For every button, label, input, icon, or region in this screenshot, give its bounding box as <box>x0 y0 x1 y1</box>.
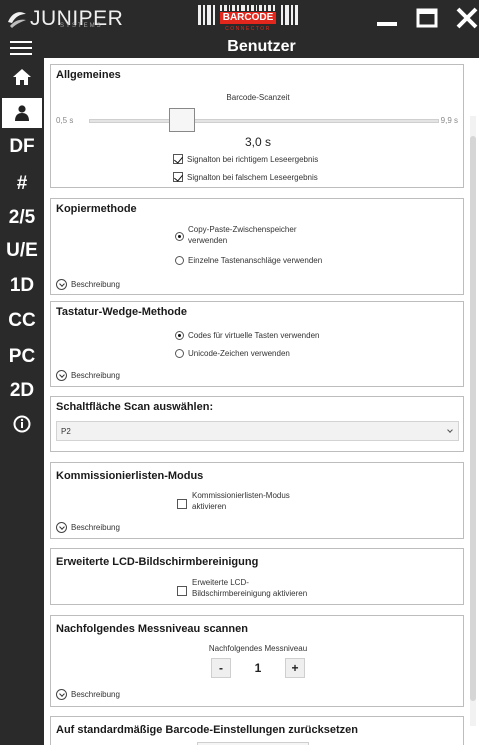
sidebar-item-pc[interactable]: PC <box>0 342 44 372</box>
lcd-cleanup-card: Erweiterte LCD-Bildschirmbereinigung Erw… <box>50 548 464 605</box>
title-bar: JUNIPER SYSTEMS BARCODE CONNECTOR <box>0 0 479 36</box>
general-card: Allgemeines Barcode-Scanzeit 0,5 s 9,9 s… <box>50 64 464 188</box>
scrollbar-thumb[interactable] <box>470 136 476 701</box>
copy-method-card: Kopiermethode Copy-Paste-Zwischenspeiche… <box>50 198 464 295</box>
sidebar-item-info[interactable] <box>0 409 44 439</box>
general-title: Allgemeines <box>56 69 121 81</box>
level-decrement-button[interactable]: - <box>211 658 231 678</box>
description-label: Beschreibung <box>71 280 120 289</box>
maximize-icon[interactable] <box>414 6 440 30</box>
scan-button-card: Schaltfläche Scan auswählen: P2 <box>50 396 464 452</box>
scan-button-title: Schaltfläche Scan auswählen: <box>56 401 214 413</box>
lcd-cleanup-label: Erweiterte LCD- <box>192 578 249 587</box>
level-increment-button[interactable]: + <box>285 658 305 678</box>
description-label: Beschreibung <box>71 371 120 380</box>
picklist-card: Kommissionierlisten-Modus Kommissionierl… <box>50 462 464 539</box>
info-icon <box>13 415 31 433</box>
chevron-down-icon <box>56 370 67 381</box>
hamburger-menu-icon[interactable] <box>10 41 32 55</box>
picklist-label-2: aktivieren <box>192 502 227 511</box>
barcode-bars-right-icon <box>281 5 298 25</box>
barcode-bars-top-icon <box>220 5 276 11</box>
description-label: Beschreibung <box>71 523 120 532</box>
barcode-connector-logo: BARCODE CONNECTOR <box>198 5 298 33</box>
chevron-down-icon <box>56 279 67 290</box>
lcd-cleanup-checkbox[interactable] <box>177 586 187 596</box>
user-icon <box>15 105 29 121</box>
copy-paste-label: Copy-Paste-Zwischenspeicher <box>188 225 297 234</box>
sidebar-item-hash[interactable]: # <box>0 169 44 199</box>
sidebar-item-upc-ean[interactable]: U/E <box>0 236 44 266</box>
unicode-radio[interactable] <box>175 349 184 358</box>
copy-paste-label-2: verwenden <box>188 236 228 245</box>
scrollbar[interactable] <box>470 116 476 726</box>
scan-time-label: Barcode-Scanzeit <box>226 93 290 102</box>
chevron-down-icon <box>56 689 67 700</box>
sidebar-item-df[interactable]: DF <box>0 132 44 162</box>
page-title: Benutzer <box>44 36 479 58</box>
barcode-bars-left-icon <box>198 5 215 25</box>
wedge-method-title: Tastatur-Wedge-Methode <box>56 306 187 318</box>
reset-title: Auf standardmäßige Barcode-Einstellungen… <box>56 724 358 736</box>
sidebar: DF # 2/5 U/E 1D CC PC 2D <box>0 36 44 745</box>
slider-max-label: 9,9 s <box>440 116 458 125</box>
chevron-down-icon <box>447 427 453 433</box>
picklist-checkbox[interactable] <box>177 499 187 509</box>
connector-label: CONNECTOR <box>225 26 271 32</box>
reset-card: Auf standardmäßige Barcode-Einstellungen… <box>50 716 464 745</box>
beep-success-label: Signalton bei richtigem Leseergebnis <box>187 155 319 164</box>
home-icon <box>13 69 31 85</box>
keystrokes-label: Einzelne Tastenanschläge verwenden <box>188 256 323 265</box>
sidebar-item-home[interactable] <box>0 62 44 92</box>
virtual-keys-radio[interactable] <box>175 331 184 340</box>
beep-success-checkbox[interactable] <box>173 154 183 164</box>
unicode-label: Unicode-Zeichen verwenden <box>188 349 290 358</box>
juniper-leaf-icon <box>8 12 26 28</box>
settings-panel: Allgemeines Barcode-Scanzeit 0,5 s 9,9 s… <box>44 58 479 745</box>
level-title: Nachfolgendes Messniveau scannen <box>56 623 248 635</box>
scan-button-select[interactable]: P2 <box>56 421 459 441</box>
level-label: Nachfolgendes Messniveau <box>208 644 308 653</box>
chevron-down-icon <box>56 522 67 533</box>
logo-subtext: SYSTEMS <box>60 23 103 29</box>
picklist-description-toggle[interactable]: Beschreibung <box>56 522 120 533</box>
minimize-icon[interactable] <box>374 6 400 30</box>
scan-time-slider-track[interactable] <box>89 119 439 123</box>
slider-min-label: 0,5 s <box>56 116 74 125</box>
copy-method-description-toggle[interactable]: Beschreibung <box>56 279 120 290</box>
description-label: Beschreibung <box>71 690 120 699</box>
barcode-label: BARCODE <box>220 12 276 24</box>
level-description-toggle[interactable]: Beschreibung <box>56 689 120 700</box>
sidebar-item-cc[interactable]: CC <box>0 306 44 336</box>
sidebar-item-user[interactable] <box>2 98 42 128</box>
copy-method-title: Kopiermethode <box>56 203 137 215</box>
picklist-title: Kommissionierlisten-Modus <box>56 470 204 482</box>
sidebar-item-1d[interactable]: 1D <box>0 271 44 301</box>
beep-failure-checkbox[interactable] <box>173 172 183 182</box>
level-value[interactable]: 1 <box>233 661 283 675</box>
scan-time-slider-thumb[interactable] <box>169 108 196 132</box>
close-icon[interactable] <box>454 6 479 30</box>
level-card: Nachfolgendes Messniveau scannen Nachfol… <box>50 615 464 707</box>
scan-time-value: 3,0 s <box>244 135 271 149</box>
picklist-label: Kommissionierlisten-Modus <box>192 491 290 500</box>
sidebar-item-2of5[interactable]: 2/5 <box>0 203 44 233</box>
beep-failure-label: Signalton bei falschem Leseergebnis <box>187 173 318 182</box>
lcd-cleanup-label-2: Bildschirmbereinigung aktivieren <box>192 589 308 598</box>
sidebar-item-2d[interactable]: 2D <box>0 376 44 406</box>
virtual-keys-label: Codes für virtuelle Tasten verwenden <box>188 331 320 340</box>
wedge-method-description-toggle[interactable]: Beschreibung <box>56 370 120 381</box>
wedge-method-card: Tastatur-Wedge-Methode Codes für virtuel… <box>50 301 464 387</box>
copy-paste-radio[interactable] <box>175 232 184 241</box>
lcd-cleanup-title: Erweiterte LCD-Bildschirmbereinigung <box>56 556 259 568</box>
scan-button-value: P2 <box>61 427 71 436</box>
keystrokes-radio[interactable] <box>175 256 184 265</box>
